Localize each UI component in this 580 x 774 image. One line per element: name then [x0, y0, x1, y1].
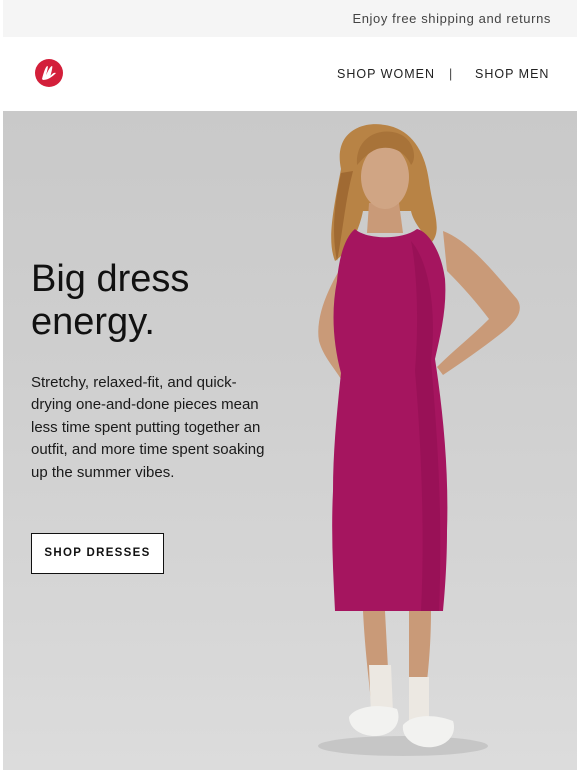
email-page: Enjoy free shipping and returns SHOP WOM… [0, 0, 580, 774]
lululemon-logo-icon[interactable] [35, 59, 63, 87]
nav-shop-men[interactable]: SHOP MEN [475, 67, 549, 81]
nav-separator: | [449, 67, 454, 81]
hero-banner[interactable]: Big dress energy. Stretchy, relaxed-fit,… [3, 111, 577, 770]
promo-text: Enjoy free shipping and returns [352, 11, 551, 26]
header: SHOP WOMEN | SHOP MEN [3, 37, 577, 111]
nav-shop-women[interactable]: SHOP WOMEN [337, 67, 435, 81]
hero-body-copy: Stretchy, relaxed-fit, and quick-drying … [31, 374, 265, 481]
promo-bar: Enjoy free shipping and returns [3, 0, 577, 37]
hero-headline: Big dress energy. [31, 258, 190, 343]
model-in-magenta-dress-image [318, 124, 520, 756]
shop-dresses-button[interactable]: SHOP DRESSES [31, 533, 164, 574]
